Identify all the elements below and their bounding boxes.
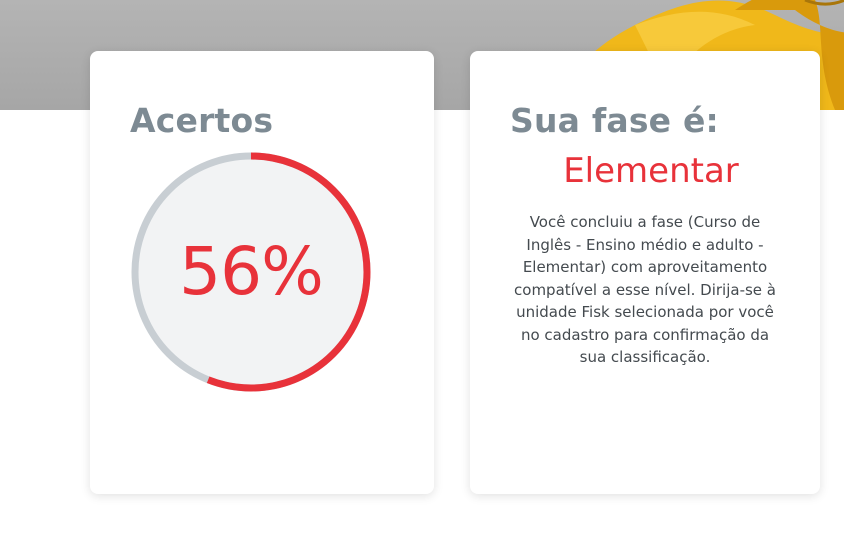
phase-card-title: Sua fase é: — [510, 101, 719, 140]
phase-description: Você concluiu a fase (Curso de Inglês - … — [514, 213, 776, 366]
score-card: Acertos 56% — [90, 51, 434, 494]
phase-card: Sua fase é: Elementar Você concluiu a fa… — [470, 51, 820, 494]
score-percent-label: 56% — [179, 233, 324, 310]
phase-name: Elementar — [563, 151, 739, 191]
score-card-title: Acertos — [130, 101, 274, 140]
score-gauge: 56% — [128, 149, 374, 395]
